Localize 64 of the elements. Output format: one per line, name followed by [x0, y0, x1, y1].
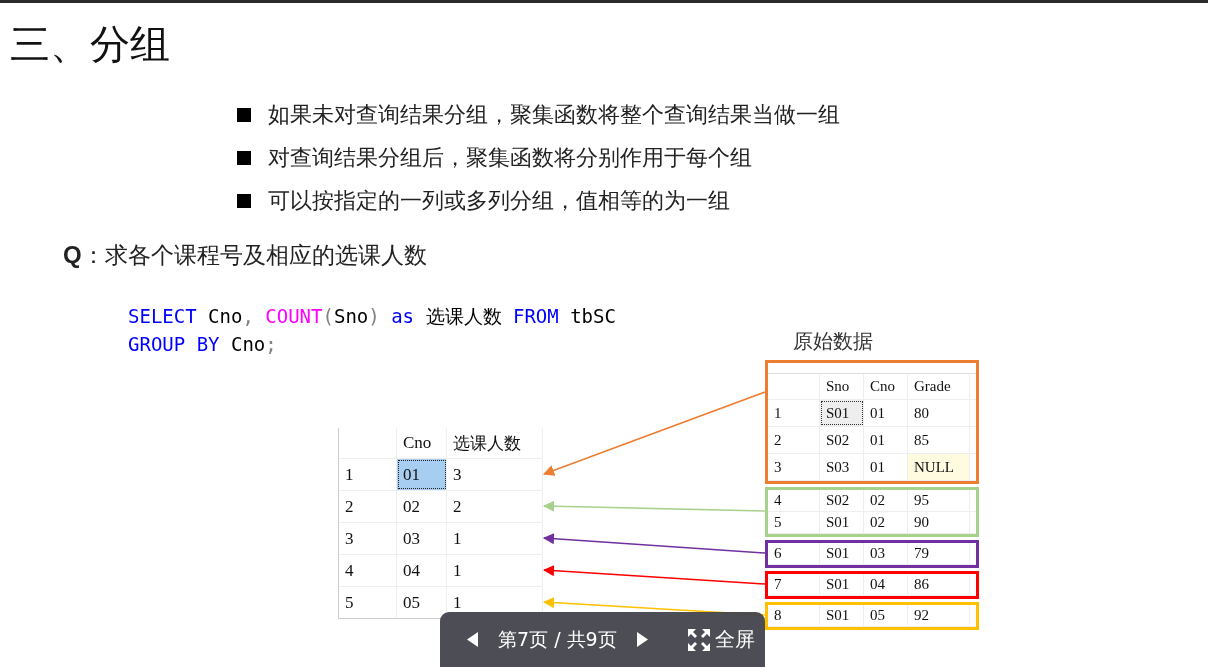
previous-page-icon[interactable]	[467, 632, 478, 647]
table-cell: 05	[864, 605, 908, 626]
table-cell: 2	[447, 491, 543, 522]
table-cell: 04	[864, 574, 908, 595]
table-cell: 79	[908, 543, 970, 564]
column-header: Sno	[820, 374, 864, 399]
code-line: SELECT Cno, COUNT(Sno) as 选课人数 FROM tbSC	[128, 304, 616, 329]
column-header: Cno	[397, 428, 447, 458]
table-cell: 80	[908, 400, 970, 426]
column-header: 选课人数	[447, 428, 543, 458]
table-cell: S01	[820, 605, 864, 626]
table-cell: S01	[820, 574, 864, 595]
table-cell: 5	[339, 587, 397, 618]
table-cell: 02	[397, 491, 447, 522]
table-cell: 04	[397, 555, 447, 586]
table-cell: 01	[864, 400, 908, 426]
bullet-text: 可以按指定的一列或多列分组，值相等的为一组	[268, 186, 730, 215]
bullet-icon	[237, 107, 251, 122]
table-cell: 4	[768, 490, 820, 511]
table-cell: S03	[820, 454, 864, 480]
table-cell: 1	[447, 555, 543, 586]
column-header: Cno	[864, 374, 908, 399]
table-cell: 5	[768, 512, 820, 533]
table-cell: 03	[397, 523, 447, 554]
table-cell: 02	[864, 512, 908, 533]
table-cell: 2	[768, 427, 820, 453]
table-cell: S02	[820, 490, 864, 511]
table-cell: 3	[768, 454, 820, 480]
table-cell: 8	[768, 605, 820, 626]
table-cell: 01	[397, 459, 447, 490]
table-cell: S01	[820, 400, 864, 426]
table-cell: 7	[768, 574, 820, 595]
bullet-icon	[237, 193, 251, 208]
code-line: GROUP BY Cno;	[128, 332, 277, 357]
table-cell: 95	[908, 490, 970, 511]
table-cell: 92	[908, 605, 970, 626]
table-cell: 85	[908, 427, 970, 453]
table-cell: 2	[339, 491, 397, 522]
fullscreen-button[interactable]: 全屏	[687, 626, 755, 653]
table-cell: S02	[820, 427, 864, 453]
table-cell: 3	[339, 523, 397, 554]
bullet-text: 如果未对查询结果分组，聚集函数将整个查询结果当做一组	[268, 100, 840, 129]
table-cell: S01	[820, 512, 864, 533]
source-label: 原始数据	[793, 328, 873, 355]
table-cell: 6	[768, 543, 820, 564]
table-cell: 90	[908, 512, 970, 533]
question-label: Q	[63, 241, 82, 269]
slide-title: 三、分组	[10, 20, 170, 69]
table-cell: 4	[339, 555, 397, 586]
table-cell: NULL	[908, 454, 970, 480]
bullet-icon	[237, 150, 251, 165]
next-page-icon[interactable]	[636, 632, 648, 647]
fullscreen-icon	[687, 628, 710, 651]
column-header: Grade	[908, 374, 970, 399]
table-cell: 03	[864, 543, 908, 564]
bullet-text: 对查询结果分组后，聚集函数将分别作用于每个组	[268, 143, 752, 172]
question-text: ：求各个课程号及相应的选课人数	[81, 241, 427, 270]
table-cell: 3	[447, 459, 543, 490]
page-indicator: 第7页 / 共9页	[498, 626, 617, 652]
table-cell: 02	[864, 490, 908, 511]
table-cell: 86	[908, 574, 970, 595]
table-cell: 01	[864, 427, 908, 453]
table-cell: 1	[447, 523, 543, 554]
table-cell: S01	[820, 543, 864, 564]
